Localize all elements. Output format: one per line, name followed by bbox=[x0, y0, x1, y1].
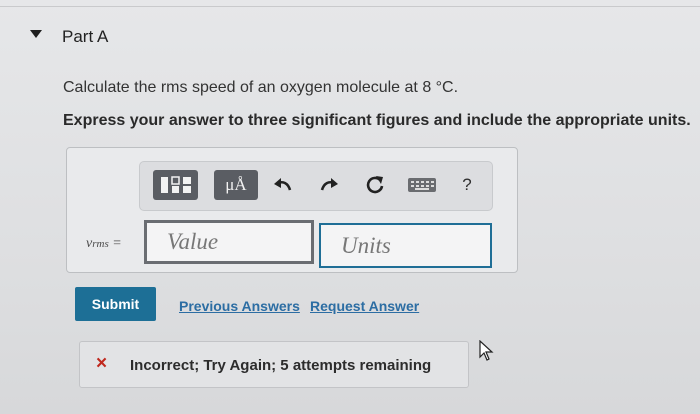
undo-button[interactable] bbox=[270, 170, 296, 200]
question-instruction: Express your answer to three significant… bbox=[63, 112, 691, 129]
units-button[interactable]: μÅ bbox=[214, 170, 258, 200]
redo-button[interactable] bbox=[316, 170, 342, 200]
keyboard-icon bbox=[408, 178, 436, 192]
incorrect-x-icon: × bbox=[96, 353, 108, 374]
feedback-box: × Incorrect; Try Again; 5 attempts remai… bbox=[79, 341, 469, 388]
templates-button[interactable] bbox=[153, 170, 198, 200]
redo-icon bbox=[320, 178, 338, 191]
previous-answers-link[interactable]: Previous Answers bbox=[179, 298, 300, 314]
units-input[interactable] bbox=[319, 223, 492, 268]
collapse-triangle-icon[interactable] bbox=[30, 30, 42, 38]
undo-icon bbox=[274, 178, 292, 191]
templates-icon bbox=[160, 176, 191, 193]
reset-icon bbox=[366, 176, 384, 194]
question-text: Calculate the rms speed of an oxygen mol… bbox=[63, 79, 459, 96]
value-input[interactable] bbox=[144, 220, 314, 264]
mouse-cursor-icon bbox=[479, 340, 494, 361]
equals-sign: = bbox=[112, 236, 122, 251]
help-button[interactable]: ? bbox=[456, 170, 478, 200]
top-divider bbox=[0, 6, 700, 7]
variable-subscript: rms bbox=[92, 238, 109, 250]
request-answer-link[interactable]: Request Answer bbox=[310, 298, 419, 314]
part-title: Part A bbox=[62, 27, 109, 46]
submit-button[interactable]: Submit bbox=[75, 287, 156, 321]
reset-button[interactable] bbox=[362, 170, 388, 200]
variable-label: vrms = bbox=[86, 236, 122, 252]
feedback-text: Incorrect; Try Again; 5 attempts remaini… bbox=[130, 357, 432, 374]
keyboard-button[interactable] bbox=[405, 170, 439, 200]
math-toolbar: μÅ ? bbox=[139, 161, 493, 211]
